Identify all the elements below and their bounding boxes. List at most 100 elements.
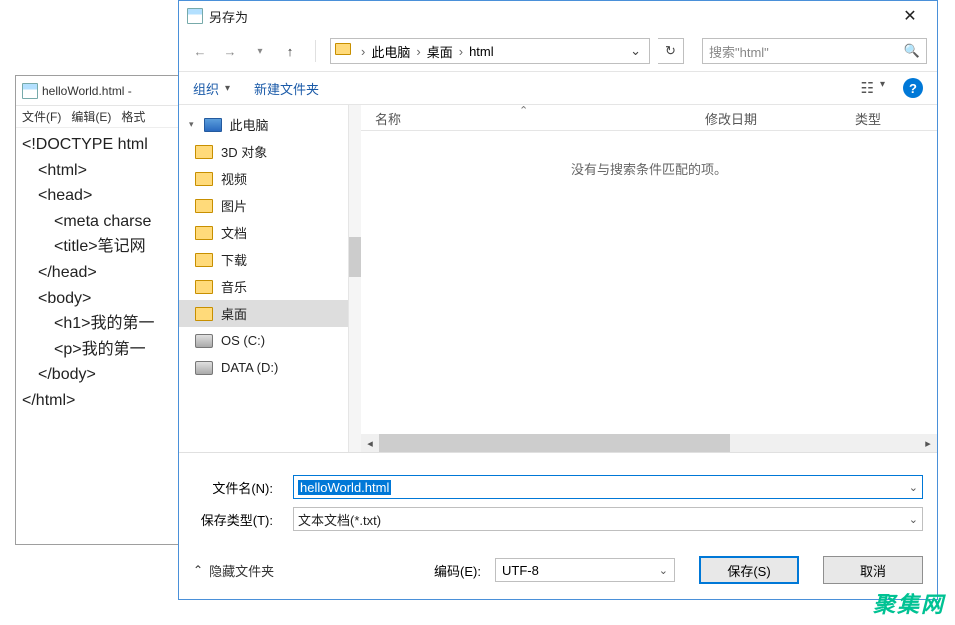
dialog-navbar: ← → ▾ ↑ › 此电脑 › 桌面 › html ⌄ ↻ 搜索"html" 🔍 xyxy=(179,31,937,71)
savetype-value: 文本文档(*.txt) xyxy=(298,510,381,529)
tree-item-label: 音乐 xyxy=(221,277,247,296)
drive-icon xyxy=(195,334,213,348)
dialog-title: 另存为 xyxy=(209,7,248,26)
filename-dropdown-icon[interactable]: ⌄ xyxy=(909,481,918,494)
code-line: <p>我的第一 xyxy=(22,337,178,363)
breadcrumb-html[interactable]: html xyxy=(469,44,494,59)
code-line: <head> xyxy=(22,183,178,209)
menu-file[interactable]: 文件(F) xyxy=(22,108,61,125)
up-button[interactable]: ↑ xyxy=(279,40,301,62)
hide-folders-toggle[interactable]: 隐藏文件夹 xyxy=(193,561,274,580)
refresh-button[interactable]: ↻ xyxy=(658,38,684,64)
chevron-down-icon: ▾ xyxy=(880,79,885,97)
tree-item-label: OS (C:) xyxy=(221,333,265,348)
tree-item[interactable]: 3D 对象 xyxy=(179,138,348,165)
tree-item[interactable]: 文档 xyxy=(179,219,348,246)
menu-edit[interactable]: 编辑(E) xyxy=(71,108,111,125)
dialog-toolbar: 组织 ▾ 新建文件夹 ☷ ▾ ? xyxy=(179,71,937,105)
column-type[interactable]: 类型 xyxy=(841,105,895,130)
forward-button[interactable]: → xyxy=(219,40,241,62)
scroll-left-icon[interactable]: ◂ xyxy=(361,434,379,452)
tree-item[interactable]: 此电脑 xyxy=(179,111,348,138)
tree-item-label: 文档 xyxy=(221,223,247,242)
encoding-label: 编码(E): xyxy=(434,561,481,580)
folder-icon xyxy=(195,280,213,294)
menu-format[interactable]: 格式 xyxy=(121,108,145,125)
code-line: <meta charse xyxy=(22,209,178,235)
search-icon[interactable]: 🔍 xyxy=(904,43,920,59)
code-line: </body> xyxy=(22,362,178,388)
filename-label: 文件名(N): xyxy=(193,478,273,497)
view-button[interactable]: ☷ ▾ xyxy=(861,79,885,97)
savetype-select[interactable]: 文本文档(*.txt) ⌄ xyxy=(293,507,923,531)
address-dropdown-icon[interactable]: ⌄ xyxy=(626,43,645,59)
newfolder-button[interactable]: 新建文件夹 xyxy=(254,79,319,98)
notepad-title: helloWorld.html - xyxy=(42,84,132,98)
tree-item-label: 视频 xyxy=(221,169,247,188)
filename-value: helloWorld.html xyxy=(298,480,391,495)
horizontal-scrollbar[interactable]: ◂ ▸ xyxy=(361,434,937,452)
encoding-select[interactable]: UTF-8 ⌄ xyxy=(495,558,675,582)
save-button[interactable]: 保存(S) xyxy=(699,556,799,584)
code-line: <body> xyxy=(22,286,178,312)
notepad-icon xyxy=(22,83,38,99)
encoding-dropdown-icon[interactable]: ⌄ xyxy=(659,564,668,577)
code-line: <html> xyxy=(22,158,178,184)
chevron-right-icon[interactable]: › xyxy=(357,44,369,59)
close-button[interactable]: ✕ xyxy=(891,6,929,26)
notepad-menubar[interactable]: 文件(F) 编辑(E) 格式 xyxy=(16,106,184,128)
savetype-label: 保存类型(T): xyxy=(193,510,273,529)
organize-dropdown-icon[interactable]: ▾ xyxy=(225,83,230,94)
folder-tree[interactable]: 此电脑 3D 对象视频图片文档下载音乐桌面 OS (C:) DATA (D:) xyxy=(179,105,349,452)
sort-arrow-icon: ⌃ xyxy=(519,104,528,117)
tree-item[interactable]: 下载 xyxy=(179,246,348,273)
chevron-right-icon[interactable]: › xyxy=(455,44,467,59)
address-bar[interactable]: › 此电脑 › 桌面 › html ⌄ xyxy=(330,38,650,64)
code-line: <!DOCTYPE html xyxy=(22,132,178,158)
scroll-right-icon[interactable]: ▸ xyxy=(919,434,937,452)
tree-item[interactable]: DATA (D:) xyxy=(179,354,348,381)
recent-dropdown-icon[interactable]: ▾ xyxy=(249,40,271,62)
column-modified[interactable]: 修改日期 xyxy=(691,105,841,130)
code-line: </head> xyxy=(22,260,178,286)
breadcrumb-desktop[interactable]: 桌面 xyxy=(427,42,453,61)
back-button[interactable]: ← xyxy=(189,40,211,62)
savetype-dropdown-icon[interactable]: ⌄ xyxy=(909,513,918,526)
filename-input[interactable]: helloWorld.html ⌄ xyxy=(293,475,923,499)
tree-item-label: 桌面 xyxy=(221,304,247,323)
chevron-right-icon[interactable]: › xyxy=(412,44,424,59)
drive-icon xyxy=(195,361,213,375)
pc-icon xyxy=(204,118,222,132)
search-input[interactable]: 搜索"html" 🔍 xyxy=(702,38,927,64)
breadcrumb-thispc[interactable]: 此电脑 xyxy=(371,42,410,61)
dialog-icon xyxy=(187,8,203,24)
tree-item[interactable]: 图片 xyxy=(179,192,348,219)
watermark: 聚集网 xyxy=(873,587,945,619)
save-as-dialog: 另存为 ✕ ← → ▾ ↑ › 此电脑 › 桌面 › html ⌄ ↻ 搜索"h… xyxy=(178,0,938,600)
help-button[interactable]: ? xyxy=(903,78,923,98)
encoding-value: UTF-8 xyxy=(502,563,539,578)
code-line: <title>笔记网 xyxy=(22,234,178,260)
tree-item-label: 图片 xyxy=(221,196,247,215)
notepad-titlebar: helloWorld.html - xyxy=(16,76,184,106)
folder-icon xyxy=(335,43,351,55)
dialog-titlebar: 另存为 ✕ xyxy=(179,1,937,31)
folder-icon xyxy=(195,199,213,213)
search-placeholder: 搜索"html" xyxy=(709,42,769,61)
tree-item[interactable]: 桌面 xyxy=(179,300,348,327)
tree-item[interactable]: 音乐 xyxy=(179,273,348,300)
tree-item-label: 3D 对象 xyxy=(221,142,267,161)
tree-item-label: 下载 xyxy=(221,250,247,269)
code-line: </html> xyxy=(22,388,178,414)
code-line: <h1>我的第一 xyxy=(22,311,178,337)
tree-item[interactable]: 视频 xyxy=(179,165,348,192)
organize-button[interactable]: 组织 xyxy=(193,79,219,98)
folder-icon xyxy=(195,145,213,159)
file-list-header[interactable]: 名称 ⌃ 修改日期 类型 xyxy=(361,105,937,131)
cancel-button[interactable]: 取消 xyxy=(823,556,923,584)
folder-icon xyxy=(195,172,213,186)
notepad-body[interactable]: <!DOCTYPE html<html><head><meta charse<t… xyxy=(16,128,184,418)
tree-item[interactable]: OS (C:) xyxy=(179,327,348,354)
splitter[interactable] xyxy=(349,105,361,452)
empty-message: 没有与搜索条件匹配的项。 xyxy=(571,159,727,178)
